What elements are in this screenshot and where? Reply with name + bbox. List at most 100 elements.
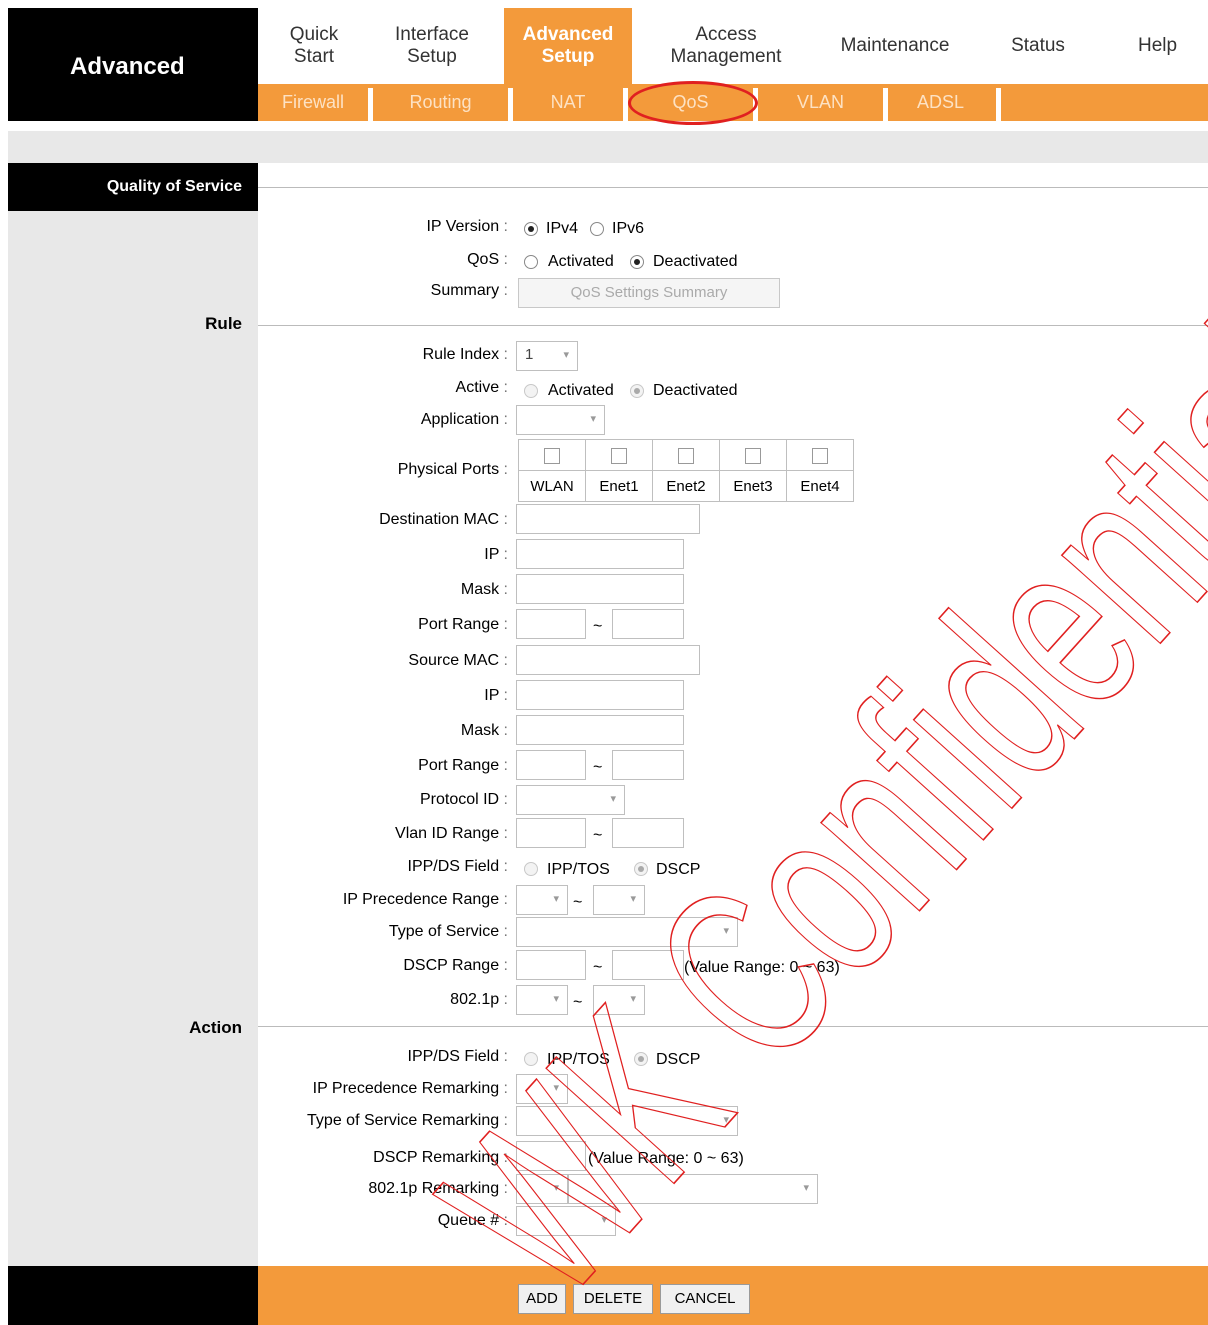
source-mask-label: Mask <box>461 722 508 740</box>
divider <box>258 1026 1208 1027</box>
source-ip-input[interactable] <box>516 680 684 710</box>
ip-precedence-range-label: IP Precedence Range <box>343 891 508 909</box>
source-mac-input[interactable] <box>516 645 700 675</box>
ipv6-label: IPv6 <box>612 220 645 237</box>
add-button[interactable]: ADD <box>518 1284 566 1314</box>
tab-help[interactable]: Help <box>1138 8 1208 84</box>
dscp-range-end-input[interactable] <box>612 950 684 980</box>
ip-version-label: IP Version <box>426 218 508 236</box>
tab-interface-setup[interactable]: Interface Setup <box>370 8 494 84</box>
qos-deactivated-radio[interactable] <box>630 255 644 269</box>
type-of-service-label: Type of Service <box>389 923 508 941</box>
left-column-gap <box>8 121 258 131</box>
delete-button[interactable]: DELETE <box>573 1284 653 1314</box>
destination-port-range-label: Port Range <box>418 616 508 634</box>
qos-title-bar: Quality of Service <box>8 163 258 211</box>
dot1p-remarking-extra-select[interactable] <box>568 1174 818 1204</box>
source-port-range-label: Port Range <box>418 757 508 775</box>
qos-deactivated-label: Deactivated <box>653 253 738 270</box>
subtab-nat[interactable]: NAT <box>513 84 623 121</box>
subtab-vlan[interactable]: VLAN <box>758 84 883 121</box>
queue-label: Queue # <box>438 1212 508 1230</box>
physical-ports-table: WLAN Enet1 Enet2 Enet3 Enet4 <box>518 439 854 502</box>
destination-port-start-input[interactable] <box>516 609 586 639</box>
tab-quick-start[interactable]: Quick Start <box>258 8 370 84</box>
port-wlan-checkbox[interactable] <box>544 447 560 464</box>
range-tilde: ~ <box>593 959 603 976</box>
port-enet1-checkbox[interactable] <box>611 447 627 464</box>
application-label: Application <box>421 411 508 429</box>
qos-label: QoS <box>467 251 508 269</box>
destination-mask-input[interactable] <box>516 574 684 604</box>
left-column <box>8 121 258 1266</box>
vlan-id-start-input[interactable] <box>516 818 586 848</box>
destination-ip-label: IP <box>484 546 508 564</box>
rule-activated-label: Activated <box>548 382 614 399</box>
source-port-start-input[interactable] <box>516 750 586 780</box>
ip-precedence-remarking-select[interactable] <box>516 1074 568 1104</box>
type-of-service-select[interactable] <box>516 917 738 947</box>
dot1p-remarking-label: 802.1p Remarking <box>368 1180 508 1198</box>
destination-port-end-input[interactable] <box>612 609 684 639</box>
port-enet3-checkbox[interactable] <box>745 447 761 464</box>
tos-remarking-select[interactable] <box>516 1106 738 1136</box>
range-tilde: ~ <box>573 994 583 1011</box>
subtab-adsl[interactable]: ADSL <box>888 84 993 121</box>
source-mask-input[interactable] <box>516 715 684 745</box>
action-ipp-tos-radio[interactable] <box>524 1052 538 1066</box>
ipv6-radio[interactable] <box>590 222 604 236</box>
tab-status[interactable]: Status <box>982 8 1094 84</box>
action-dscp-radio[interactable] <box>634 1052 648 1066</box>
rule-deactivated-radio[interactable] <box>630 384 644 398</box>
range-tilde: ~ <box>573 894 583 911</box>
dot1p-label: 802.1p <box>450 991 508 1009</box>
ipp-tos-label: IPP/TOS <box>547 861 610 878</box>
ip-precedence-remarking-label: IP Precedence Remarking <box>313 1080 508 1098</box>
rule-index-label: Rule Index <box>423 346 508 364</box>
brand-area: Advanced <box>8 8 258 121</box>
qos-settings-summary-button[interactable]: QoS Settings Summary <box>518 278 780 308</box>
dscp-range-start-input[interactable] <box>516 950 586 980</box>
destination-ip-input[interactable] <box>516 539 684 569</box>
cancel-button[interactable]: CANCEL <box>660 1284 750 1314</box>
source-ip-label: IP <box>484 687 508 705</box>
action-ipp-tos-label: IPP/TOS <box>547 1051 610 1068</box>
queue-select[interactable] <box>516 1206 616 1236</box>
dscp-remarking-label: DSCP Remarking <box>373 1149 508 1167</box>
ip-precedence-start-select[interactable] <box>516 885 568 915</box>
protocol-id-label: Protocol ID <box>420 791 508 809</box>
application-select[interactable] <box>516 405 605 435</box>
vlan-id-range-label: Vlan ID Range <box>395 825 508 843</box>
destination-mac-input[interactable] <box>516 504 700 534</box>
dot1p-remarking-select[interactable] <box>516 1174 568 1204</box>
tab-maintenance[interactable]: Maintenance <box>820 8 970 84</box>
dot1p-end-select[interactable] <box>593 985 645 1015</box>
dscp-range-label: DSCP Range <box>403 957 508 975</box>
source-port-end-input[interactable] <box>612 750 684 780</box>
ip-precedence-end-select[interactable] <box>593 885 645 915</box>
subtab-firewall[interactable]: Firewall <box>258 84 368 121</box>
top-nav: Quick Start Interface Setup Advanced Setup … <box>258 8 1208 84</box>
subtab-routing[interactable]: Routing <box>373 84 508 121</box>
ipv4-radio[interactable] <box>524 222 538 236</box>
qos-activated-radio[interactable] <box>524 255 538 269</box>
port-enet2-checkbox[interactable] <box>678 447 694 464</box>
dscp-radio[interactable] <box>634 862 648 876</box>
physical-ports-label: Physical Ports <box>398 461 508 479</box>
qos-highlight-circle <box>628 81 758 125</box>
ipv4-label: IPv4 <box>546 220 579 237</box>
source-mac-label: Source MAC <box>408 652 508 670</box>
port-enet4-checkbox[interactable] <box>812 447 828 464</box>
protocol-id-select[interactable] <box>516 785 625 815</box>
destination-mask-label: Mask <box>461 581 508 599</box>
dscp-range-hint: (Value Range: 0 ~ 63) <box>684 959 840 976</box>
ipp-tos-radio[interactable] <box>524 862 538 876</box>
rule-activated-radio[interactable] <box>524 384 538 398</box>
divider <box>258 187 1208 188</box>
dscp-remarking-input[interactable] <box>516 1141 586 1171</box>
vlan-id-end-input[interactable] <box>612 818 684 848</box>
tab-access-management[interactable]: Access Management <box>642 8 810 84</box>
tab-advanced-setup[interactable]: Advanced Setup <box>504 8 632 84</box>
dot1p-start-select[interactable] <box>516 985 568 1015</box>
rule-index-select[interactable]: 1 <box>516 341 578 371</box>
